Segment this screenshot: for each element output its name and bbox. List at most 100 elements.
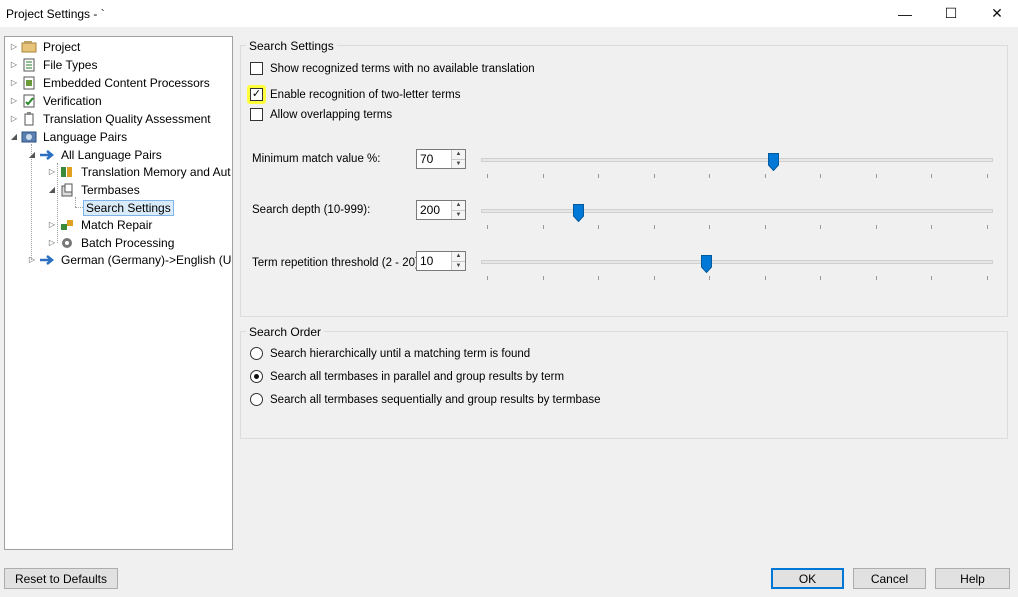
search-parallel-radio-row[interactable]: Search all termbases in parallel and gro… (250, 370, 564, 383)
file-types-icon (21, 58, 37, 72)
tree-item-label: Match Repair (81, 217, 153, 232)
search-depth-input[interactable] (417, 201, 451, 219)
slider-track[interactable] (481, 209, 993, 213)
tree-item-german-english[interactable]: ▷ German (Germany)->English (U (27, 251, 233, 268)
collapse-arrow-icon[interactable]: ◢ (47, 185, 57, 194)
ok-button[interactable]: OK (771, 568, 844, 589)
expand-arrow-icon[interactable]: ▷ (9, 42, 19, 51)
minimize-button[interactable]: — (882, 0, 928, 27)
collapse-arrow-icon[interactable]: ◢ (9, 132, 19, 141)
two-letter-terms-checkbox[interactable]: ✓ (250, 88, 263, 101)
slider-tick (709, 174, 711, 178)
tree-item-all-language-pairs[interactable]: ◢ All Language Pairs (27, 146, 164, 163)
tree-item-file-types[interactable]: ▷ File Types (9, 56, 99, 73)
checkbox-label: Show recognized terms with no available … (270, 62, 535, 75)
close-button[interactable]: ✕ (974, 0, 1018, 27)
expand-arrow-icon[interactable]: ▷ (9, 60, 19, 69)
settings-tree[interactable]: ▷ Project ▷ File Types ▷ Embedded Conten… (4, 36, 233, 550)
slider-tick (598, 174, 600, 178)
slider-tick (875, 174, 877, 178)
spin-up-icon[interactable]: ▲ (452, 201, 465, 211)
term-repetition-spinner[interactable]: ▲ ▼ (416, 251, 466, 271)
slider-thumb[interactable] (701, 255, 713, 274)
tree-item-match-repair[interactable]: ▷ Match Repair (47, 216, 154, 233)
radio-label: Search hierarchically until a matching t… (270, 347, 531, 360)
min-match-input[interactable] (417, 150, 451, 168)
radio-label: Search all termbases sequentially and gr… (270, 393, 601, 406)
arrow-right-icon (39, 253, 55, 267)
slider-tick (931, 174, 933, 178)
search-depth-spinner[interactable]: ▲ ▼ (416, 200, 466, 220)
gear-icon (59, 236, 75, 250)
expand-arrow-icon[interactable]: ▷ (47, 220, 57, 229)
slider-track[interactable] (481, 260, 993, 264)
search-sequential-radio-row[interactable]: Search all termbases sequentially and gr… (250, 393, 600, 406)
slider-tick (931, 225, 933, 229)
show-no-translation-checkbox-row[interactable]: Show recognized terms with no available … (250, 62, 535, 75)
slider-thumb[interactable] (767, 153, 779, 172)
arrow-right-icon (39, 148, 55, 162)
slider-tick (820, 174, 822, 178)
spinner-arrows[interactable]: ▲ ▼ (451, 252, 465, 270)
spin-down-icon[interactable]: ▼ (452, 210, 465, 219)
tree-item-label: Batch Processing (81, 235, 175, 250)
cancel-button[interactable]: Cancel (853, 568, 926, 589)
min-match-spinner[interactable]: ▲ ▼ (416, 149, 466, 169)
expand-arrow-icon[interactable]: ▷ (47, 238, 57, 247)
slider-tick (542, 174, 544, 178)
slider-tick (487, 276, 488, 280)
search-depth-slider[interactable] (481, 204, 993, 234)
tree-item-project[interactable]: ▷ Project (9, 38, 82, 55)
tree-item-tqa[interactable]: ▷ Translation Quality Assessment (9, 110, 213, 127)
tree-item-label: Translation Memory and Aut (81, 164, 231, 179)
spinner-arrows[interactable]: ▲ ▼ (451, 150, 465, 168)
maximize-button[interactable]: ☐ (928, 0, 974, 27)
tree-item-label: Translation Quality Assessment (43, 111, 211, 126)
expand-arrow-icon[interactable]: ▷ (47, 167, 57, 176)
overlapping-terms-checkbox-row[interactable]: Allow overlapping terms (250, 108, 392, 121)
reset-to-defaults-button[interactable]: Reset to Defaults (4, 568, 118, 589)
spinner-arrows[interactable]: ▲ ▼ (451, 201, 465, 219)
slider-thumb[interactable] (573, 204, 585, 223)
match-repair-icon (59, 218, 75, 232)
search-hierarchically-radio-row[interactable]: Search hierarchically until a matching t… (250, 347, 530, 360)
collapse-arrow-icon[interactable]: ◢ (27, 150, 37, 159)
search-hierarchically-radio[interactable] (250, 347, 263, 360)
tree-item-label: Termbases (81, 182, 140, 197)
search-depth-label: Search depth (10-999): (252, 204, 371, 216)
expand-arrow-icon[interactable]: ▷ (9, 114, 19, 123)
expand-arrow-icon[interactable]: ▷ (27, 255, 37, 264)
two-letter-terms-checkbox-row[interactable]: ✓ Enable recognition of two-letter terms (247, 85, 460, 104)
help-button[interactable]: Help (935, 568, 1010, 589)
tree-item-label: Project (43, 39, 81, 54)
show-no-translation-checkbox[interactable] (250, 62, 263, 75)
term-repetition-slider[interactable] (481, 255, 993, 285)
slider-track[interactable] (481, 158, 993, 162)
slider-tick (598, 276, 600, 280)
tree-item-translation-memory[interactable]: ▷ Translation Memory and Aut (47, 163, 233, 180)
min-match-slider[interactable] (481, 153, 993, 183)
expand-arrow-icon[interactable]: ▷ (9, 78, 19, 87)
tree-item-language-pairs[interactable]: ◢ Language Pairs (9, 128, 129, 145)
tree-item-embedded-content[interactable]: ▷ Embedded Content Processors (9, 74, 212, 91)
search-parallel-radio[interactable] (250, 370, 263, 383)
tree-item-batch-processing[interactable]: ▷ Batch Processing (47, 234, 176, 251)
tree-item-verification[interactable]: ▷ Verification (9, 92, 104, 109)
spin-down-icon[interactable]: ▼ (452, 261, 465, 270)
slider-tick (709, 225, 711, 229)
slider-tick (931, 276, 933, 280)
overlapping-terms-checkbox[interactable] (250, 108, 263, 121)
slider-tick (653, 225, 655, 229)
search-sequential-radio[interactable] (250, 393, 263, 406)
expand-arrow-icon[interactable]: ▷ (9, 96, 19, 105)
slider-tick (709, 276, 711, 280)
tree-item-termbases[interactable]: ◢ Termbases (47, 181, 142, 198)
tree-item-search-settings[interactable]: Search Settings (83, 199, 174, 216)
translation-memory-icon (59, 165, 75, 179)
spin-up-icon[interactable]: ▲ (452, 252, 465, 262)
tqa-icon (21, 111, 37, 126)
slider-tick (487, 225, 488, 229)
spin-up-icon[interactable]: ▲ (452, 150, 465, 160)
term-repetition-input[interactable] (417, 252, 451, 270)
spin-down-icon[interactable]: ▼ (452, 159, 465, 168)
